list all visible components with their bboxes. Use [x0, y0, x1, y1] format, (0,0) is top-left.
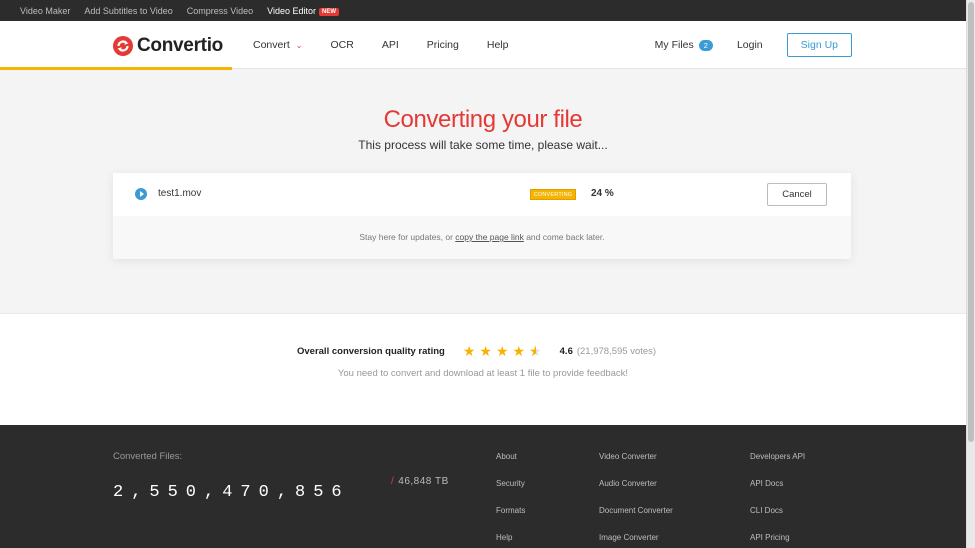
- star-icon[interactable]: ★: [479, 344, 492, 358]
- footer-link-image-converter[interactable]: Image Converter: [599, 533, 673, 548]
- footer-link-developers-api[interactable]: Developers API: [750, 452, 805, 479]
- stay-here-note: Stay here for updates, or copy the page …: [113, 232, 851, 242]
- conversion-percent: 24 %: [591, 188, 614, 199]
- footer-link-about[interactable]: About: [496, 452, 525, 479]
- nav-pricing[interactable]: Pricing: [427, 39, 459, 51]
- scrollbar-thumb[interactable]: [968, 2, 974, 442]
- footer-column-company: About Security Formats Help: [496, 452, 525, 548]
- star-icon[interactable]: ★: [463, 344, 476, 358]
- nav-convert[interactable]: Convert ⌄: [253, 39, 302, 51]
- topbar-link-add-subtitles[interactable]: Add Subtitles to Video: [84, 6, 172, 16]
- page-title: Converting your file: [383, 106, 583, 133]
- chevron-down-icon: ⌄: [295, 40, 303, 50]
- footer-column-api: Developers API API Docs CLI Docs API Pri…: [750, 452, 805, 548]
- file-name: test1.mov: [158, 188, 202, 199]
- converted-terabytes: /46,848 TB: [391, 476, 449, 487]
- rating-label: Overall conversion quality rating: [297, 345, 445, 357]
- footer-link-audio-converter[interactable]: Audio Converter: [599, 479, 673, 506]
- convertio-logo[interactable]: Convertio: [113, 35, 223, 57]
- my-files-count-badge: 2: [698, 39, 713, 51]
- rating-note: You need to convert and download at leas…: [337, 368, 629, 379]
- footer-link-formats[interactable]: Formats: [496, 506, 525, 533]
- sign-up-button[interactable]: Sign Up: [786, 33, 852, 57]
- conversion-card: test1.mov CONVERTING 24 % Cancel Stay he…: [113, 173, 851, 259]
- page-subtitle: This process will take some time, please…: [358, 138, 608, 152]
- play-icon[interactable]: [135, 188, 147, 200]
- rating-score: 4.6: [559, 345, 573, 357]
- site-header: Convertio Convert ⌄ OCR API Pricing Help …: [0, 21, 966, 70]
- footer-link-api-pricing[interactable]: API Pricing: [750, 533, 805, 548]
- footer-link-security[interactable]: Security: [496, 479, 525, 506]
- footer-link-video-converter[interactable]: Video Converter: [599, 452, 673, 479]
- rating-votes: (21,978,595 votes): [576, 345, 657, 357]
- converted-files-label: Converted Files:: [113, 451, 183, 462]
- topbar-link-video-editor[interactable]: Video Editor NEW: [267, 5, 340, 16]
- my-files-link[interactable]: My Files 2: [655, 39, 713, 51]
- footer-link-api-docs[interactable]: API Docs: [750, 479, 805, 506]
- tb-slash: /: [391, 476, 395, 487]
- cancel-button[interactable]: Cancel: [767, 183, 827, 206]
- tb-value: 46,848 TB: [398, 476, 449, 487]
- note-text-before: Stay here for updates, or: [359, 232, 456, 242]
- footer-link-document-converter[interactable]: Document Converter: [599, 506, 673, 533]
- logo-text: Convertio: [137, 35, 223, 56]
- footer-link-help[interactable]: Help: [496, 533, 525, 548]
- half-star-icon[interactable]: ★: [529, 344, 542, 358]
- star-icon[interactable]: ★: [496, 344, 509, 358]
- nav-ocr[interactable]: OCR: [330, 39, 353, 51]
- topbar-link-video-editor-label: Video Editor: [267, 5, 317, 16]
- nav-convert-label: Convert: [253, 39, 290, 51]
- nav-api[interactable]: API: [382, 39, 399, 51]
- note-text-after: and come back later.: [523, 232, 605, 242]
- star-icon[interactable]: ★: [513, 344, 526, 358]
- login-link[interactable]: Login: [737, 39, 763, 51]
- topbar-link-compress-video[interactable]: Compress Video: [187, 6, 253, 16]
- account-nav: My Files 2 Login Sign Up: [655, 21, 852, 69]
- convertio-logo-icon: [113, 36, 133, 56]
- site-footer: Converted Files: 2,550,470,856 /46,848 T…: [0, 425, 966, 548]
- copy-page-link[interactable]: copy the page link: [455, 232, 524, 242]
- main-nav: Convert ⌄ OCR API Pricing Help: [253, 21, 536, 69]
- rating-section: Overall conversion quality rating ★ ★ ★ …: [0, 313, 966, 425]
- page-progress-bar: [0, 67, 232, 70]
- rating-line: Overall conversion quality rating ★ ★ ★ …: [297, 344, 656, 358]
- new-badge: NEW: [319, 7, 340, 16]
- converted-files-count: 2,550,470,856: [113, 483, 350, 502]
- file-row: test1.mov CONVERTING 24 % Cancel: [113, 173, 851, 216]
- rating-stars[interactable]: ★ ★ ★ ★ ★: [463, 344, 546, 358]
- footer-link-cli-docs[interactable]: CLI Docs: [750, 506, 805, 533]
- my-files-label: My Files: [654, 39, 694, 51]
- nav-help[interactable]: Help: [487, 39, 509, 51]
- top-strip: Video Maker Add Subtitles to Video Compr…: [0, 0, 966, 21]
- vertical-scrollbar[interactable]: [966, 0, 975, 548]
- converting-status-badge: CONVERTING: [530, 189, 576, 200]
- footer-column-converters: Video Converter Audio Converter Document…: [599, 452, 673, 548]
- topbar-link-video-maker[interactable]: Video Maker: [20, 6, 70, 16]
